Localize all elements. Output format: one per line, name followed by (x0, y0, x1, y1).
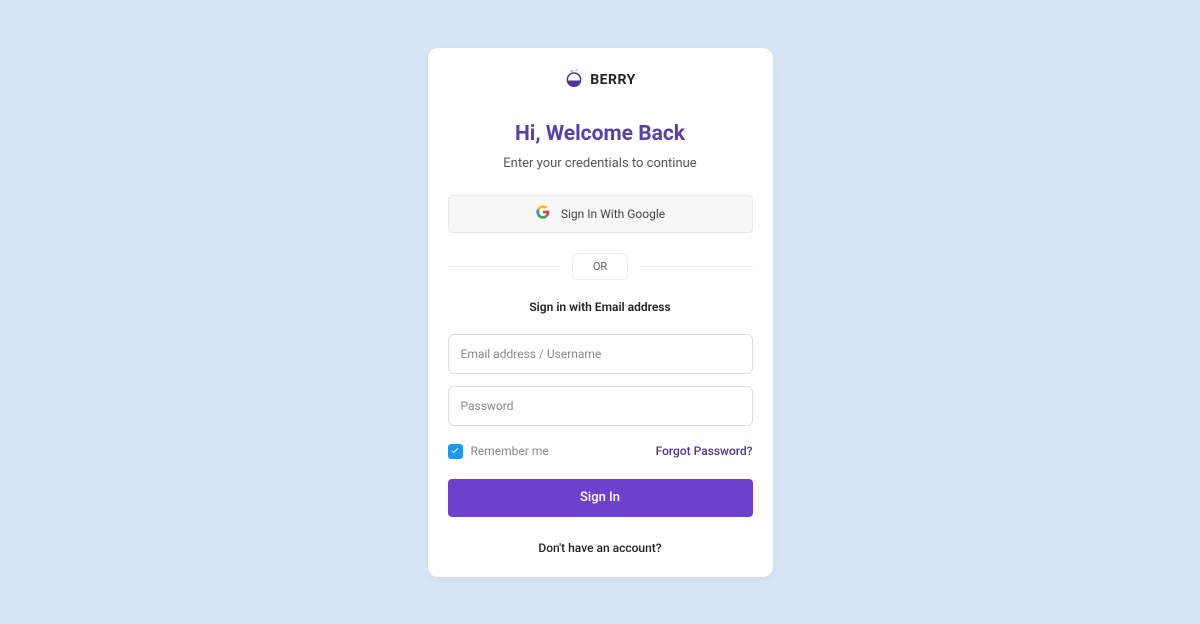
remember-me-wrap: Remember me (448, 444, 549, 459)
divider-or: OR (572, 253, 628, 280)
divider: OR (448, 253, 753, 280)
remember-me-label: Remember me (471, 444, 549, 458)
berry-logo-icon (564, 68, 584, 92)
signin-button[interactable]: Sign In (448, 479, 753, 517)
brand-row: BERRY (448, 68, 753, 92)
divider-line-left (448, 266, 560, 267)
password-field[interactable] (448, 386, 753, 426)
email-field[interactable] (448, 334, 753, 374)
welcome-subtitle: Enter your credentials to continue (448, 156, 753, 171)
remember-forgot-row: Remember me Forgot Password? (448, 444, 753, 459)
divider-line-right (640, 266, 752, 267)
login-card: BERRY Hi, Welcome Back Enter your creden… (428, 48, 773, 577)
google-icon (535, 204, 551, 223)
google-signin-button[interactable]: Sign In With Google (448, 195, 753, 233)
welcome-heading: Hi, Welcome Back (448, 122, 753, 146)
remember-me-checkbox[interactable] (448, 444, 463, 459)
google-signin-label: Sign In With Google (561, 207, 665, 221)
no-account-link[interactable]: Don't have an account? (448, 541, 753, 555)
email-signin-heading: Sign in with Email address (448, 300, 753, 314)
brand-name: BERRY (590, 72, 636, 88)
forgot-password-link[interactable]: Forgot Password? (656, 444, 753, 458)
